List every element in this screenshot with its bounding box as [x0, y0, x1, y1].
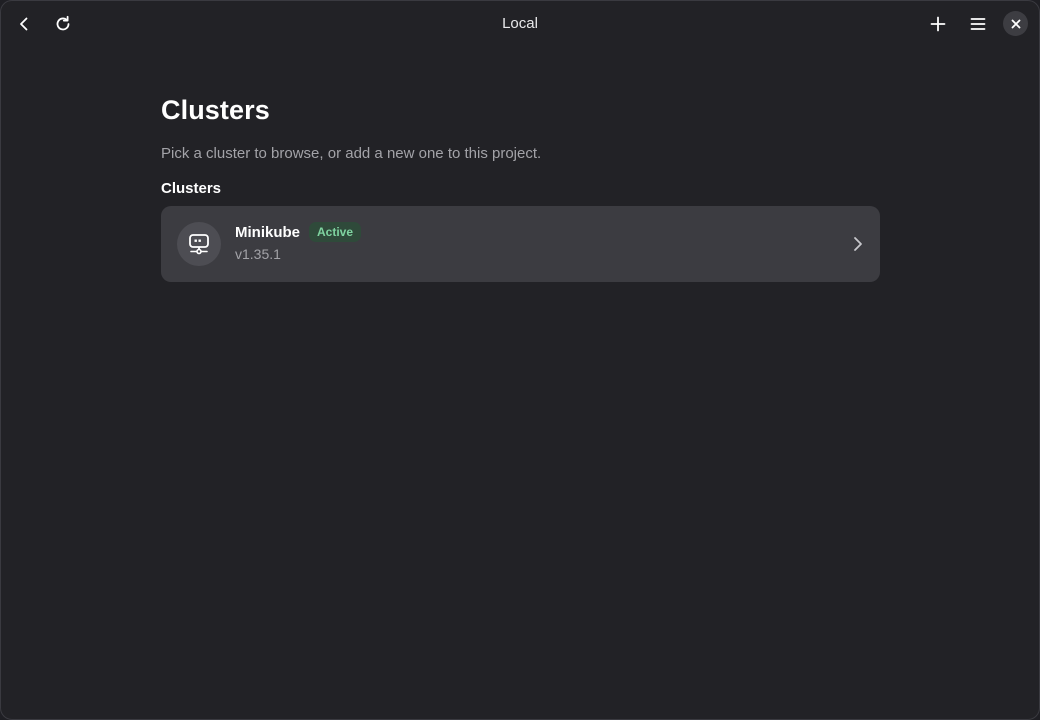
cluster-title-line: Minikube Active — [235, 222, 362, 242]
page-subtitle: Pick a cluster to browse, or add a new o… — [161, 145, 542, 162]
section-title: Clusters — [161, 180, 222, 197]
refresh-button[interactable] — [47, 8, 79, 40]
status-badge: Active — [309, 222, 362, 242]
app-window: Local Clusters Pick a cluster to browse,… — [0, 0, 1040, 720]
headerbar: Local — [1, 1, 1039, 47]
page-title: Clusters — [161, 95, 270, 125]
hamburger-menu-icon — [970, 18, 986, 30]
back-icon — [20, 17, 28, 31]
chevron-right-icon — [854, 237, 862, 251]
cluster-row-minikube[interactable]: Minikube Active v1.35.1 — [161, 206, 880, 282]
close-icon — [1011, 19, 1020, 28]
main-content: Clusters Pick a cluster to browse, or ad… — [161, 95, 880, 282]
cluster-name: Minikube — [235, 223, 301, 241]
add-icon — [930, 16, 946, 32]
refresh-icon — [56, 15, 70, 31]
close-button[interactable] — [1003, 11, 1028, 36]
cluster-node-icon — [189, 234, 209, 255]
add-cluster-button[interactable] — [922, 8, 954, 40]
back-button[interactable] — [8, 8, 40, 40]
main-menu-button[interactable] — [962, 8, 994, 40]
window-title: Local — [502, 15, 538, 32]
cluster-version: v1.35.1 — [235, 246, 281, 262]
cluster-info: Minikube Active v1.35.1 — [235, 222, 362, 262]
cluster-avatar — [177, 222, 221, 266]
